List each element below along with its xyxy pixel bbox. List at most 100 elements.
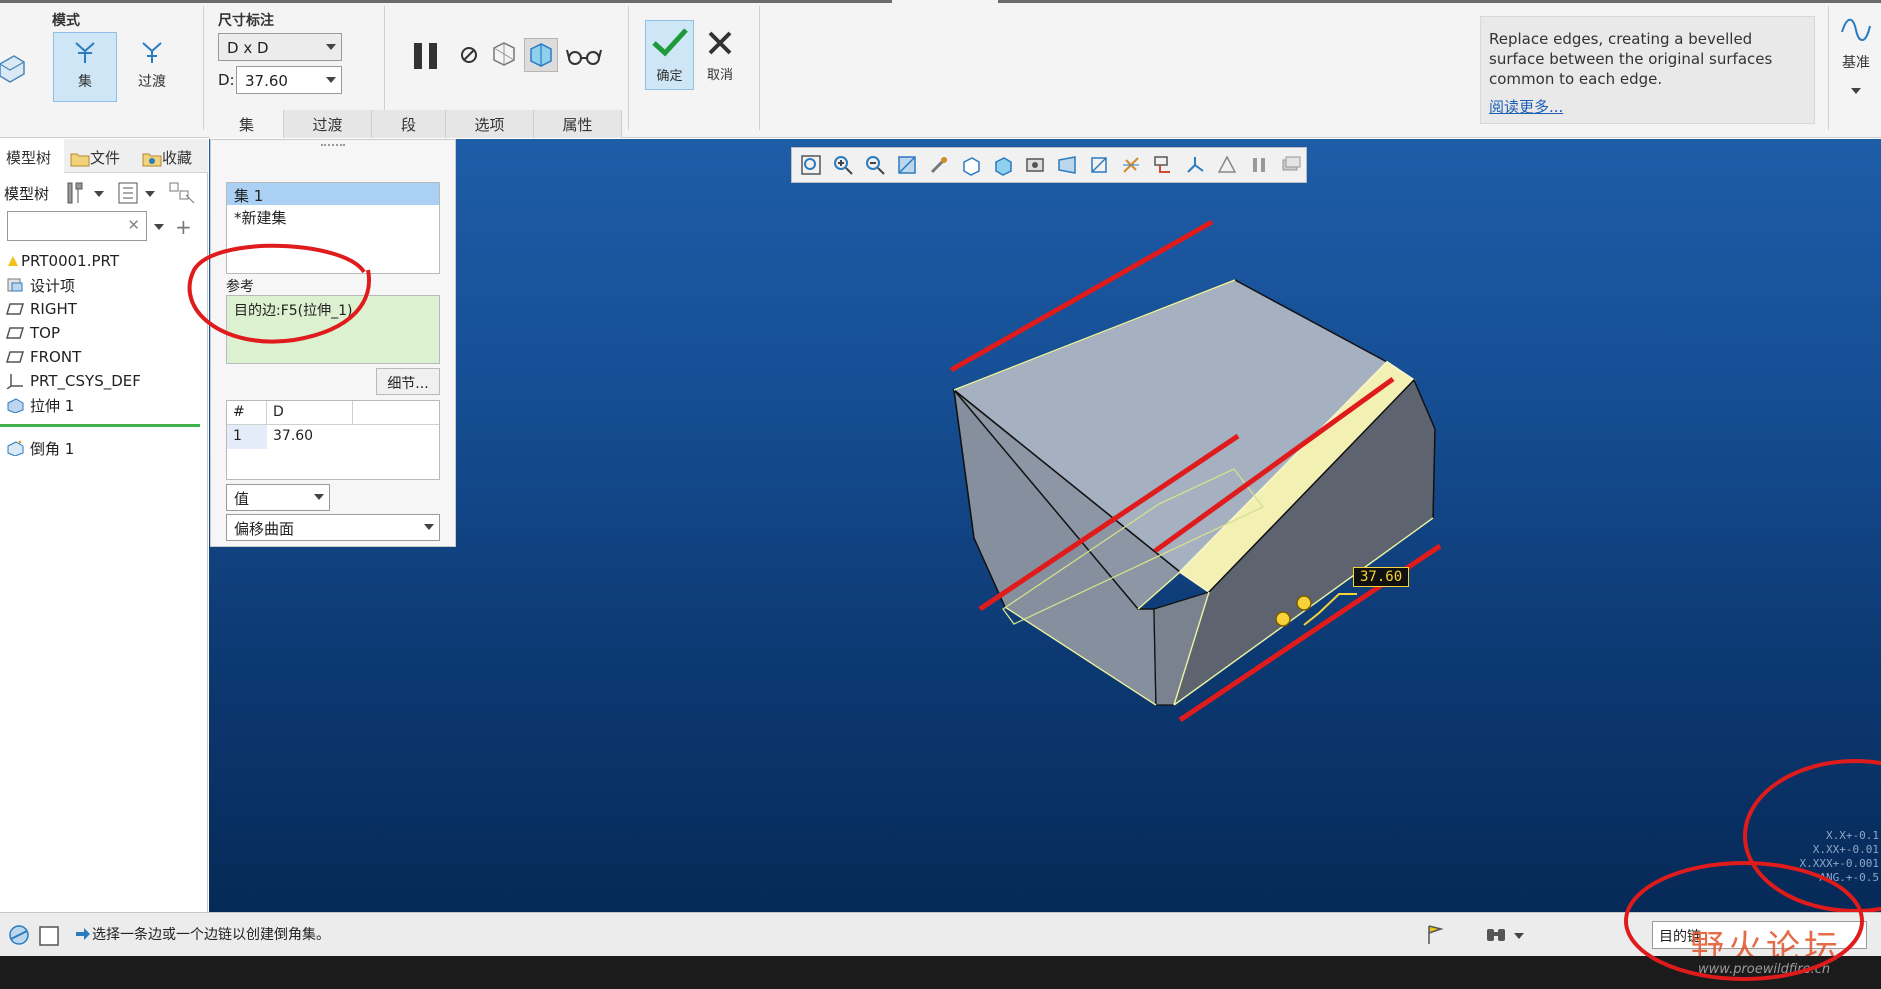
tree-item-label: 设计项 [30, 276, 76, 295]
tab-model-tree[interactable]: 模型树 [0, 139, 64, 173]
verify-preview-button[interactable] [524, 38, 558, 72]
datum-sketch-icon [1841, 18, 1871, 41]
chamfer-feature-icon [0, 50, 26, 90]
set-mode-button[interactable]: 集 [53, 32, 117, 102]
panel-grip[interactable] [321, 144, 345, 147]
datum-display-icon[interactable] [1118, 153, 1143, 178]
d-value-field[interactable]: 37.60 [236, 66, 342, 94]
dimension-scheme-dropdown[interactable]: D x D [218, 33, 342, 61]
glasses-preview-button[interactable] [566, 44, 602, 68]
display-style-icon[interactable] [990, 153, 1015, 178]
tree-item-label: RIGHT [30, 300, 77, 318]
point-display-icon[interactable] [1214, 153, 1239, 178]
chevron-down-icon [314, 494, 324, 500]
zoom-in-icon[interactable] [830, 153, 855, 178]
tree-item-extrude[interactable]: 拉伸 1 [6, 394, 74, 416]
add-icon[interactable]: + [175, 215, 192, 239]
layer-icon[interactable] [1278, 153, 1303, 178]
view-manager-icon[interactable] [1022, 153, 1047, 178]
csys-display-icon[interactable] [1182, 153, 1207, 178]
value-type-dropdown[interactable]: 值 [226, 484, 330, 511]
set-list-item-new[interactable]: *新建集 [227, 205, 439, 227]
tree-search-field[interactable]: ✕ [7, 211, 147, 241]
tree-item-front[interactable]: FRONT [6, 346, 81, 368]
ok-button[interactable]: 确定 [645, 20, 694, 90]
ribbon-separator [759, 6, 760, 130]
refit-icon[interactable] [798, 153, 823, 178]
show-list-icon[interactable] [117, 181, 139, 209]
find-icon[interactable] [1484, 923, 1508, 951]
spin-center-icon[interactable] [926, 153, 951, 178]
tab-segments[interactable]: 段 [372, 110, 446, 138]
tree-item-label: PRT0001.PRT [21, 252, 120, 270]
chevron-down-icon[interactable] [94, 191, 104, 197]
settings-icon[interactable] [64, 181, 86, 209]
details-button[interactable]: 细节... [376, 368, 440, 395]
tree-item-label: TOP [30, 324, 61, 342]
tree-item-root[interactable]: PRT0001.PRT [7, 250, 119, 272]
dimension-value-tag[interactable]: 37.60 [1353, 567, 1410, 587]
table-cell-d-value[interactable]: 37.60 [267, 425, 353, 449]
table-header-d: D [267, 401, 353, 424]
part-icon [8, 256, 18, 266]
chevron-down-icon[interactable] [1514, 933, 1524, 939]
table-row[interactable]: 1 37.60 [227, 425, 439, 449]
insert-here-marker[interactable] [0, 424, 200, 427]
tree-item-label: PRT_CSYS_DEF [30, 372, 141, 390]
d-value-label: D: [218, 71, 235, 89]
flag-icon[interactable] [1424, 923, 1448, 951]
annotation-circle-overlay [1624, 861, 1864, 981]
full-screen-icon[interactable] [38, 925, 60, 951]
tree-item-right[interactable]: RIGHT [6, 298, 77, 320]
csys-icon [6, 374, 23, 389]
chevron-down-icon[interactable] [154, 224, 164, 230]
tab-sets[interactable]: 集 [210, 110, 284, 138]
read-more-link[interactable]: 阅读更多... [1489, 97, 1806, 117]
help-panel: Replace edges, creating a bevelled surfa… [1480, 16, 1815, 124]
tree-item-chamfer[interactable]: 倒角 1 [6, 437, 74, 459]
pause-button[interactable] [410, 40, 442, 72]
perspective-view-icon[interactable] [1054, 153, 1079, 178]
model-scene[interactable] [209, 139, 1881, 912]
title-accent-bar [998, 0, 1881, 3]
offset-type-dropdown[interactable]: 偏移曲面 [226, 514, 440, 541]
set-mode-label: 集 [78, 74, 92, 90]
tab-properties[interactable]: 属性 [534, 110, 622, 138]
zoom-out-icon[interactable] [862, 153, 887, 178]
pause-icon[interactable] [1246, 153, 1271, 178]
graphics-viewport[interactable]: 37.60 X.X+-0.1 X.XX+-0.01 X.XXX+-0.001 A… [209, 139, 1881, 912]
tab-favorites[interactable]: 收藏 [136, 139, 208, 173]
extrude-icon [7, 398, 24, 413]
repaint-icon[interactable] [894, 153, 919, 178]
table-cell-index: 1 [227, 425, 267, 449]
tree-item-design-items[interactable]: 设计项 [6, 274, 75, 296]
datum-plane-icon [6, 327, 24, 339]
datum-plane-icon [6, 303, 24, 315]
datum-button[interactable]: 基准 [1834, 14, 1878, 124]
saved-orientations-icon[interactable] [958, 153, 983, 178]
dashboard-tabs: 集 过渡 段 选项 属性 [210, 110, 622, 138]
cancel-button[interactable]: 取消 [700, 20, 740, 90]
annotation-display-icon[interactable] [1150, 153, 1175, 178]
network-icon[interactable] [7, 923, 31, 951]
no-preview-icon [461, 47, 477, 63]
favorites-tab-label: 收藏 [162, 149, 193, 167]
glasses-icon [566, 49, 602, 65]
tolerance-line: X.X+-0.1 [1826, 829, 1879, 842]
tab-transitions[interactable]: 过渡 [284, 110, 372, 138]
clear-icon[interactable]: ✕ [127, 216, 140, 234]
annotation-circle-overlay [187, 243, 371, 344]
ok-label: 确定 [656, 69, 683, 84]
separate-preview-icon [493, 42, 515, 66]
set-list-item-selected[interactable]: 集 1 [227, 183, 439, 205]
transition-mode-button[interactable]: 过渡 [120, 32, 184, 102]
no-preview-button[interactable] [458, 44, 480, 66]
tab-folder-browser[interactable]: 文件 [64, 139, 136, 173]
separate-preview-button[interactable] [490, 40, 518, 68]
filter-icon[interactable] [168, 181, 196, 209]
chevron-down-icon[interactable] [145, 191, 155, 197]
section-icon[interactable] [1086, 153, 1111, 178]
tab-options[interactable]: 选项 [446, 110, 534, 138]
tree-item-top[interactable]: TOP [6, 322, 60, 344]
tree-item-csys[interactable]: PRT_CSYS_DEF [6, 370, 141, 392]
